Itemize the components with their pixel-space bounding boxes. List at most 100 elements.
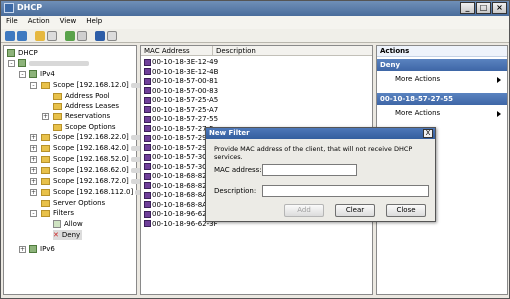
expand-icon[interactable]: + bbox=[30, 145, 37, 152]
mac-filter-icon bbox=[144, 96, 151, 104]
mac-filter-icon bbox=[144, 191, 151, 199]
mac-filter-icon bbox=[144, 115, 151, 123]
tree-scope[interactable]: Scope [192.168.72.0] bbox=[41, 176, 150, 186]
close-button[interactable]: Close bbox=[386, 204, 426, 217]
allow-icon bbox=[53, 220, 61, 228]
tree-scope[interactable]: Scope [192.168.62.0] bbox=[41, 165, 150, 175]
mac-row[interactable]: 00-10-18-57-25-A5 bbox=[144, 96, 218, 105]
collapse-icon[interactable]: - bbox=[8, 60, 15, 67]
up-folder-icon[interactable] bbox=[35, 31, 45, 41]
tree-dhcp[interactable]: DHCP bbox=[7, 48, 38, 58]
title-bar: DHCP _ □ × bbox=[1, 1, 509, 16]
more-actions-mac[interactable]: More Actions bbox=[395, 108, 440, 119]
mac-row[interactable]: 00-10-18-57-00-83 bbox=[144, 87, 218, 96]
tree-scope[interactable]: Scope [192.168.52.0] bbox=[41, 154, 150, 164]
mac-row[interactable]: 00-10-18-57-25-A7 bbox=[144, 106, 218, 115]
expand-icon[interactable]: + bbox=[30, 178, 37, 185]
menu-view[interactable]: View bbox=[55, 16, 82, 29]
mac-row[interactable]: 00-10-18-57-27-5 bbox=[144, 125, 214, 134]
mmc-window: DHCP _ □ × File Action View Help DHCP - … bbox=[0, 0, 510, 299]
close-window-button[interactable]: × bbox=[492, 2, 507, 14]
mac-filter-icon bbox=[144, 144, 151, 151]
export-list-icon[interactable] bbox=[77, 31, 87, 41]
description-label: Description: bbox=[214, 187, 257, 195]
mac-address-label: MAC address: bbox=[214, 166, 262, 174]
tree-server[interactable] bbox=[18, 58, 89, 68]
submenu-arrow-icon bbox=[497, 77, 501, 83]
menu-file[interactable]: File bbox=[1, 16, 23, 29]
add-button[interactable]: Add bbox=[284, 204, 324, 217]
folder-icon bbox=[41, 166, 50, 174]
tree-address-leases[interactable]: Address Leases bbox=[53, 101, 119, 111]
tree-ipv6[interactable]: IPv6 bbox=[29, 244, 55, 254]
tree-address-pool[interactable]: Address Pool bbox=[53, 91, 110, 101]
mac-address-text: 00-10-18-3E-12-49 bbox=[152, 58, 219, 66]
maximize-button[interactable]: □ bbox=[476, 2, 491, 14]
expand-icon[interactable]: + bbox=[30, 189, 37, 196]
mac-row[interactable]: 00-10-18-68-82-3 bbox=[144, 172, 214, 181]
back-arrow-icon[interactable] bbox=[5, 31, 15, 41]
mac-row[interactable]: 00-10-18-3E-12-4B bbox=[144, 68, 218, 77]
mac-row[interactable]: 00-10-18-3E-12-49 bbox=[144, 58, 218, 67]
mac-row[interactable]: 00-10-18-57-29-2 bbox=[144, 134, 214, 143]
show-hide-tree-icon[interactable] bbox=[47, 31, 57, 41]
column-header-mac[interactable]: MAC Address bbox=[141, 46, 213, 56]
server-icon bbox=[18, 59, 26, 67]
expand-icon[interactable]: + bbox=[19, 246, 26, 253]
dialog-title: New Filter bbox=[206, 128, 435, 139]
mac-row[interactable]: 00-10-18-68-82-3 bbox=[144, 182, 214, 191]
mac-address-input[interactable] bbox=[262, 164, 357, 176]
expand-icon[interactable]: + bbox=[42, 113, 49, 120]
mac-filter-icon bbox=[144, 153, 151, 161]
mac-address-text: 00-10-18-57-27-55 bbox=[152, 115, 219, 123]
tree-scope[interactable]: Scope [192.168.22.0] bbox=[41, 132, 150, 142]
menu-help[interactable]: Help bbox=[81, 16, 107, 29]
refresh-icon[interactable] bbox=[65, 31, 75, 41]
mac-row[interactable]: 00-10-18-57-29-2 bbox=[144, 144, 214, 153]
tree-server-options[interactable]: Server Options bbox=[41, 198, 105, 208]
menu-action[interactable]: Action bbox=[23, 16, 55, 29]
ipv6-icon bbox=[29, 245, 37, 253]
expand-icon[interactable]: + bbox=[30, 167, 37, 174]
mac-row[interactable]: 00-10-18-57-00-81 bbox=[144, 77, 218, 86]
ipv4-icon bbox=[29, 70, 37, 78]
tree-scope[interactable]: Scope [192.168.112.0] bbox=[41, 187, 148, 197]
clear-button[interactable]: Clear bbox=[335, 204, 375, 217]
collapse-icon[interactable]: - bbox=[30, 210, 37, 217]
expand-icon[interactable]: + bbox=[30, 134, 37, 141]
actions-section-mac[interactable]: 00-10-18-57-27-55 bbox=[377, 93, 507, 105]
tree-scope-main[interactable]: Scope [192.168.12.0] bbox=[41, 80, 150, 90]
mac-row[interactable]: 00-10-18-57-27-55 bbox=[144, 115, 218, 124]
tree-deny[interactable]: ✕ Deny bbox=[53, 230, 83, 240]
mac-address-text: 00-10-18-57-25-A5 bbox=[152, 96, 219, 104]
tree-allow[interactable]: Allow bbox=[53, 219, 83, 229]
tree-reservations[interactable]: Reservations bbox=[53, 111, 110, 121]
minimize-button[interactable]: _ bbox=[460, 2, 475, 14]
collapse-icon[interactable]: - bbox=[30, 82, 37, 89]
folder-icon bbox=[53, 123, 62, 131]
mac-row[interactable]: 00-10-18-68-8A-F bbox=[144, 201, 213, 210]
mac-filter-icon bbox=[144, 58, 151, 66]
tree-filters[interactable]: Filters bbox=[41, 208, 74, 218]
tree-ipv4[interactable]: IPv4 bbox=[29, 69, 55, 79]
forward-arrow-icon[interactable] bbox=[17, 31, 27, 41]
mac-row[interactable]: 00-10-18-57-3C-3 bbox=[144, 153, 214, 162]
folder-icon bbox=[41, 81, 50, 89]
mac-row[interactable]: 00-10-18-57-3C-3 bbox=[144, 163, 214, 172]
actions-section-deny[interactable]: Deny bbox=[377, 59, 507, 71]
collapse-icon[interactable]: - bbox=[19, 71, 26, 78]
properties-icon[interactable] bbox=[107, 31, 117, 41]
tree-scope[interactable]: Scope [192.168.42.0] bbox=[41, 143, 150, 153]
column-header-description[interactable]: Description bbox=[213, 46, 372, 56]
more-actions-deny[interactable]: More Actions bbox=[395, 74, 440, 85]
mac-row[interactable]: 00-10-18-68-8A-F bbox=[144, 191, 213, 200]
mac-address-text: 00-10-18-57-00-83 bbox=[152, 86, 219, 95]
tree-scope-options[interactable]: Scope Options bbox=[53, 122, 116, 132]
console-tree[interactable]: DHCP - - IPv4 - Scope [192.168.12.0] Add… bbox=[3, 45, 150, 295]
description-input[interactable] bbox=[262, 185, 429, 197]
actions-header: Actions bbox=[377, 46, 507, 57]
expand-icon[interactable]: + bbox=[30, 156, 37, 163]
dialog-close-button[interactable]: X bbox=[423, 129, 433, 138]
help-icon[interactable] bbox=[95, 31, 105, 41]
redacted-server-name bbox=[29, 60, 89, 66]
